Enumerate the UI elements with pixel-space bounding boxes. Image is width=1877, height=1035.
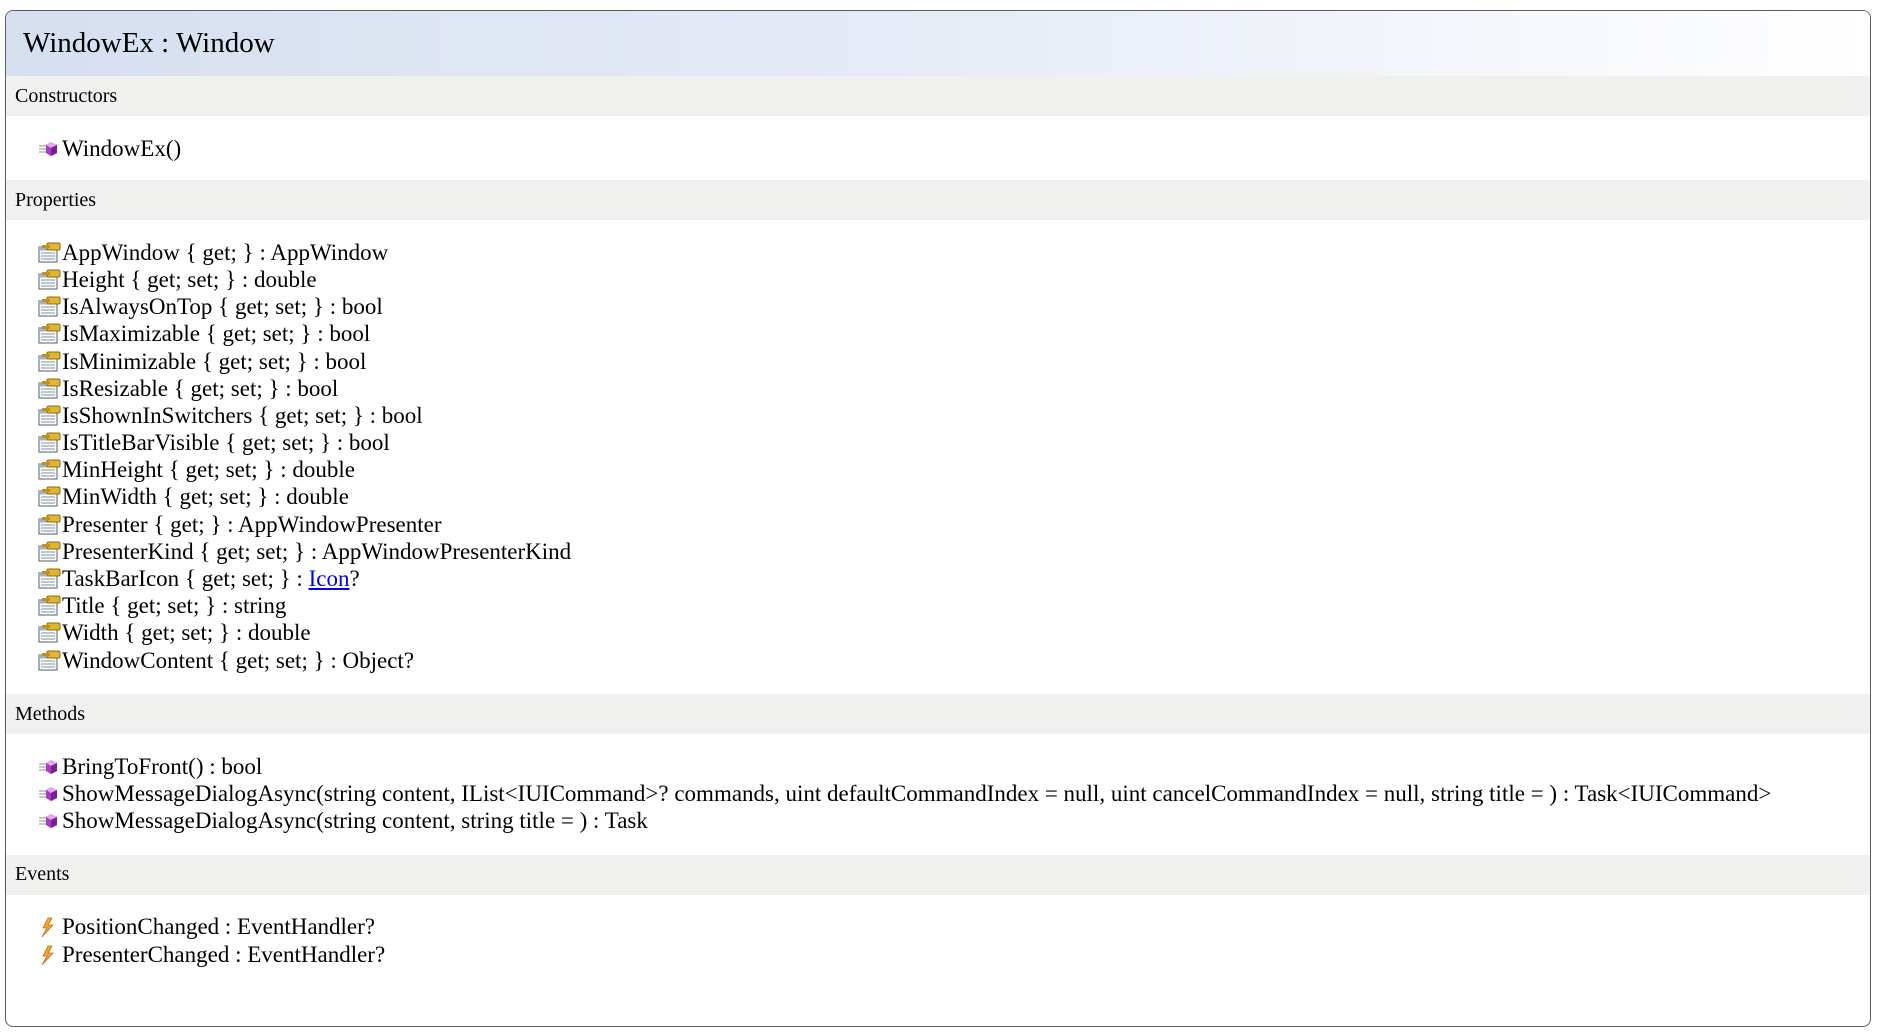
property-icon [36, 568, 62, 590]
property-item: IsMaximizable { get; set; } : bool [36, 321, 1870, 348]
member-text: Presenter { get; } : AppWindowPresenter [62, 511, 442, 537]
property-item: Height { get; set; } : double [36, 266, 1870, 293]
property-item: Width { get; set; } : double [36, 620, 1870, 647]
method-item: BringToFront() : bool [36, 753, 1870, 780]
property-item: Presenter { get; } : AppWindowPresenter [36, 511, 1870, 538]
event-icon [36, 916, 62, 938]
member-text-suffix: ? [349, 566, 360, 592]
property-icon [36, 351, 62, 373]
member-text: AppWindow { get; } : AppWindow [62, 239, 389, 265]
property-item: PresenterKind { get; set; } : AppWindowP… [36, 538, 1870, 565]
icon-type-link[interactable]: Icon [309, 566, 350, 592]
property-item: IsTitleBarVisible { get; set; } : bool [36, 430, 1870, 457]
property-item: IsMinimizable { get; set; } : bool [36, 348, 1870, 375]
method-icon [36, 756, 62, 778]
member-text: TaskBarIcon { get; set; } : [62, 566, 309, 592]
member-text: IsShownInSwitchers { get; set; } : bool [62, 402, 423, 428]
section-header-methods: Methods [6, 694, 1870, 735]
methods-list: BringToFront() : bool ShowMessageDialogA… [6, 734, 1870, 855]
section-header-events: Events [6, 854, 1870, 895]
property-item: MinHeight { get; set; } : double [36, 457, 1870, 484]
property-icon [36, 595, 62, 617]
member-text: BringToFront() : bool [62, 753, 263, 779]
property-item: Title { get; set; } : string [36, 593, 1870, 620]
member-text: PositionChanged : EventHandler? [62, 914, 375, 940]
member-text: IsAlwaysOnTop { get; set; } : bool [62, 294, 383, 320]
property-item: MinWidth { get; set; } : double [36, 484, 1870, 511]
property-icon [36, 432, 62, 454]
section-label: Methods [15, 702, 85, 725]
member-text: IsResizable { get; set; } : bool [62, 375, 339, 401]
event-item: PositionChanged : EventHandler? [36, 914, 1870, 941]
member-text: PresenterChanged : EventHandler? [62, 941, 386, 967]
method-icon [36, 138, 62, 160]
member-text: ShowMessageDialogAsync(string content, I… [62, 780, 1772, 806]
section-header-properties: Properties [6, 180, 1870, 221]
property-item: IsResizable { get; set; } : bool [36, 375, 1870, 402]
constructors-list: WindowEx() [6, 116, 1870, 180]
method-icon [36, 783, 62, 805]
member-text: PresenterKind { get; set; } : AppWindowP… [62, 538, 572, 564]
property-icon [36, 514, 62, 536]
section-label: Events [15, 863, 70, 886]
member-text: Width { get; set; } : double [62, 620, 311, 646]
property-icon [36, 405, 62, 427]
property-item: WindowContent { get; set; } : Object? [36, 647, 1870, 674]
event-item: PresenterChanged : EventHandler? [36, 941, 1870, 968]
property-item: AppWindow { get; } : AppWindow [36, 239, 1870, 266]
method-icon [36, 810, 62, 832]
member-text: MinWidth { get; set; } : double [62, 484, 349, 510]
event-icon [36, 944, 62, 966]
member-text: ShowMessageDialogAsync(string content, s… [62, 808, 648, 834]
property-icon [36, 622, 62, 644]
constructor-item: WindowEx() [36, 135, 1870, 162]
member-text: Title { get; set; } : string [62, 593, 287, 619]
property-icon [36, 378, 62, 400]
member-text: WindowContent { get; set; } : Object? [62, 647, 415, 673]
property-icon [36, 541, 62, 563]
property-icon [36, 323, 62, 345]
class-card: WindowEx : Window Constructors WindowEx(… [5, 10, 1871, 1027]
method-item: ShowMessageDialogAsync(string content, s… [36, 808, 1870, 835]
section-label: Constructors [15, 84, 118, 107]
section-header-constructors: Constructors [6, 76, 1870, 116]
property-icon [36, 242, 62, 264]
section-label: Properties [15, 188, 97, 211]
member-text: IsMinimizable { get; set; } : bool [62, 348, 367, 374]
property-icon [36, 296, 62, 318]
property-icon [36, 459, 62, 481]
property-item: IsAlwaysOnTop { get; set; } : bool [36, 294, 1870, 321]
member-text: WindowEx() [62, 135, 182, 161]
member-text: IsTitleBarVisible { get; set; } : bool [62, 430, 390, 456]
property-icon [36, 269, 62, 291]
properties-list: AppWindow { get; } : AppWindow Height { … [6, 220, 1870, 694]
property-icon [36, 650, 62, 672]
property-icon [36, 486, 62, 508]
property-item: IsShownInSwitchers { get; set; } : bool [36, 402, 1870, 429]
property-item-taskbar-icon: TaskBarIcon { get; set; } : Icon? [36, 565, 1870, 592]
member-text: IsMaximizable { get; set; } : bool [62, 321, 371, 347]
member-text: Height { get; set; } : double [62, 266, 317, 292]
class-header: WindowEx : Window [6, 11, 1870, 76]
class-title: WindowEx : Window [23, 27, 275, 59]
events-list: PositionChanged : EventHandler? Presente… [6, 895, 1870, 986]
method-item: ShowMessageDialogAsync(string content, I… [36, 780, 1870, 807]
member-text: MinHeight { get; set; } : double [62, 457, 355, 483]
